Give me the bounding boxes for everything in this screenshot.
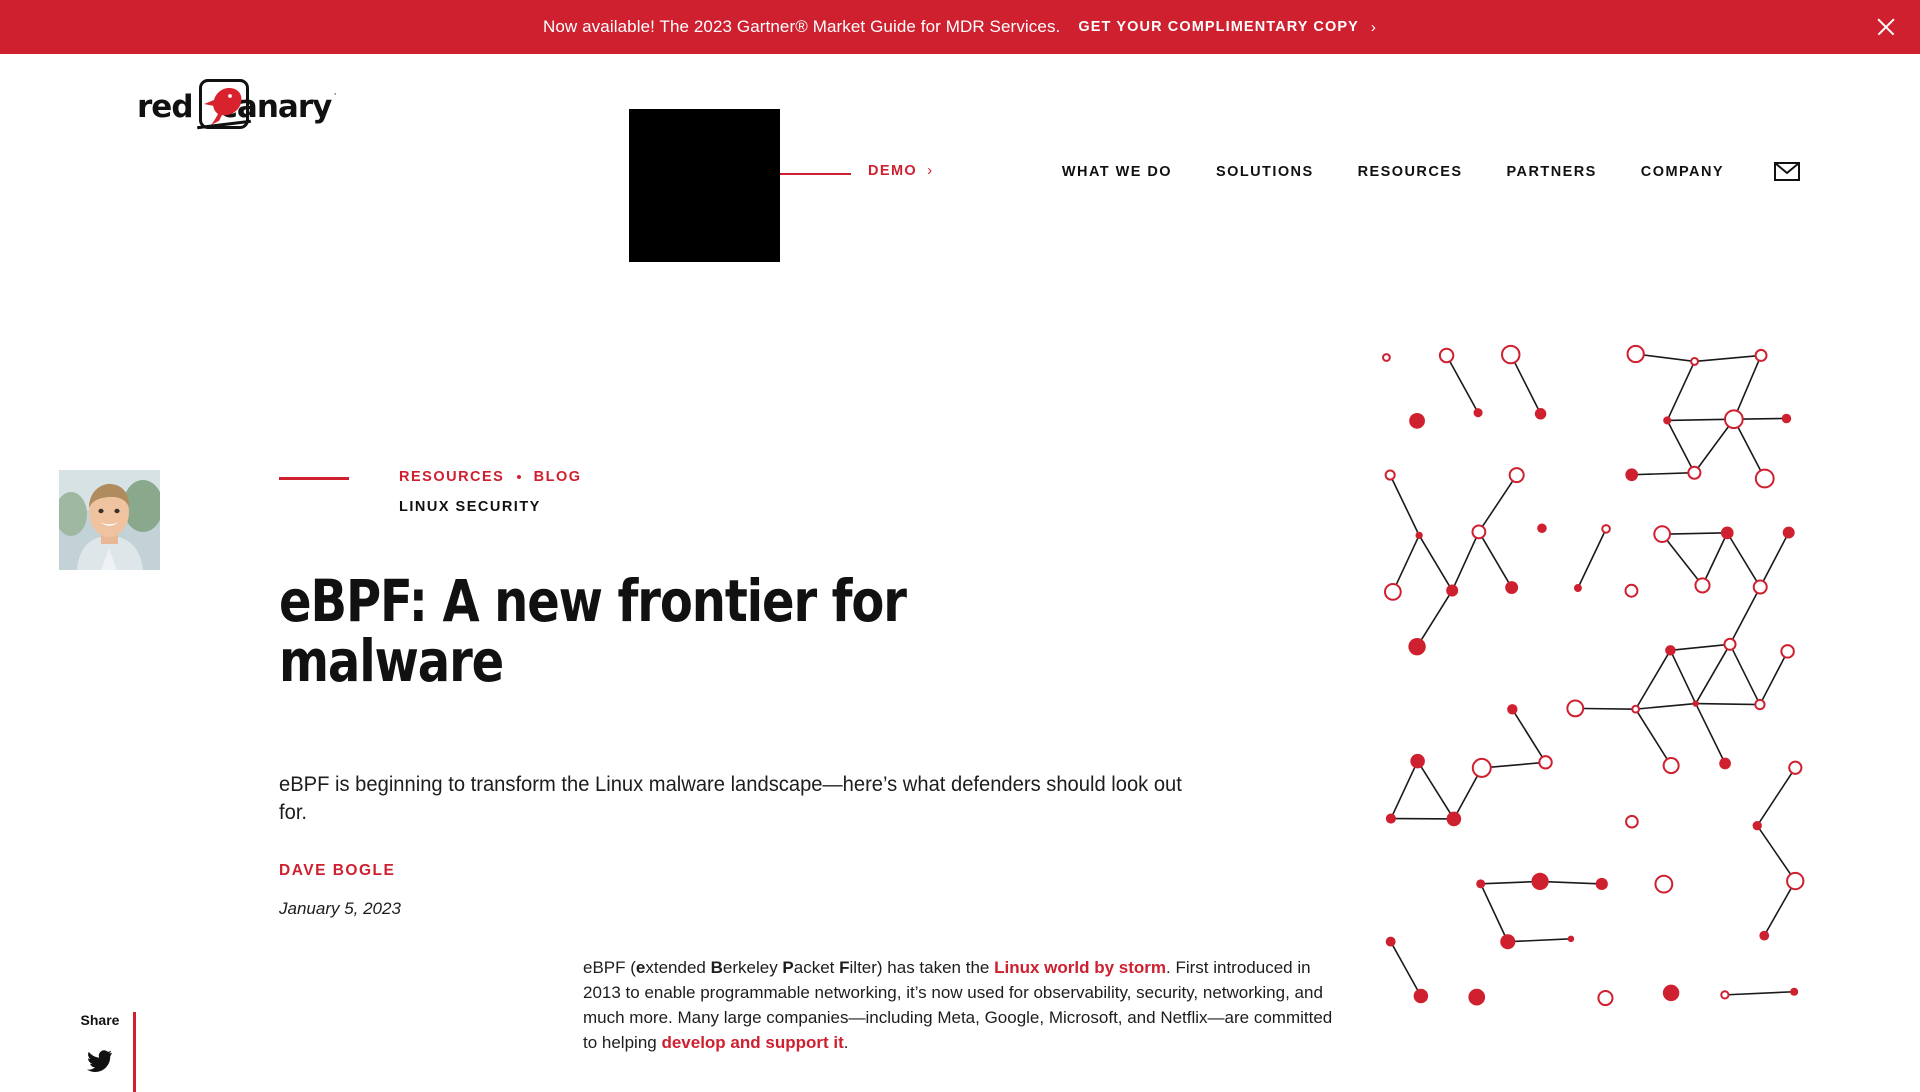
article-bold-letter: F xyxy=(839,958,849,977)
demo-label: DEMO xyxy=(868,163,917,179)
announcement-banner: Now available! The 2023 Gartner® Market … xyxy=(0,0,1920,54)
network-lattice-graphic xyxy=(1370,344,1850,1054)
page-title: eBPF: A new frontier for malware xyxy=(279,571,951,692)
close-icon[interactable] xyxy=(1874,15,1898,39)
article-text-run: eBPF ( xyxy=(583,958,636,977)
article-text-run: xtended xyxy=(645,958,710,977)
announcement-text: Now available! The 2023 Gartner® Market … xyxy=(543,17,1060,37)
article-bold-letter: P xyxy=(782,958,793,977)
breadcrumb-item-resources[interactable]: RESOURCES xyxy=(399,469,504,485)
red-canary-logo[interactable]: red canary · xyxy=(137,78,337,136)
post-author[interactable]: DAVE BOGLE xyxy=(279,862,395,880)
author-headshot xyxy=(59,470,160,570)
twitter-x-icon[interactable] xyxy=(87,1050,113,1079)
article-body: eBPF (extended Berkeley Packet Filter) h… xyxy=(583,955,1335,1056)
article-inline-link[interactable]: Linux world by storm xyxy=(994,958,1166,977)
article-text-run: . xyxy=(844,1033,849,1052)
article-text-run: acket xyxy=(794,958,839,977)
breadcrumb: RESOURCES • BLOG xyxy=(399,469,582,485)
post-date: January 5, 2023 xyxy=(279,899,401,919)
article-inline-link[interactable]: develop and support it xyxy=(661,1033,843,1052)
breadcrumb-separator: • xyxy=(516,470,521,485)
article-bold-letter: B xyxy=(711,958,723,977)
article-text-run: erkeley xyxy=(723,958,783,977)
announcement-cta-link[interactable]: GET YOUR COMPLIMENTARY COPY › xyxy=(1078,19,1377,35)
article-paragraph: eBPF (extended Berkeley Packet Filter) h… xyxy=(583,955,1335,1056)
chevron-right-icon: › xyxy=(1371,20,1377,35)
post-summary: eBPF is beginning to transform the Linux… xyxy=(279,771,1201,827)
hero-section: RESOURCES • BLOG LINUX SECURITY eBPF: A … xyxy=(0,159,1920,979)
article-text-run: ilter) has taken the xyxy=(850,958,995,977)
share-rail: Share xyxy=(60,1012,140,1079)
site-header: red canary · DEMO › WHAT WE DO SOLUTIONS… xyxy=(0,54,1920,159)
chevron-right-icon: › xyxy=(927,162,933,179)
share-rail-accent-bar xyxy=(133,1012,136,1092)
announcement-cta-label: GET YOUR COMPLIMENTARY COPY xyxy=(1078,19,1359,35)
article-bold-letter: e xyxy=(636,958,645,977)
header-black-overlay-block xyxy=(629,109,780,262)
post-category[interactable]: LINUX SECURITY xyxy=(399,499,541,515)
share-label: Share xyxy=(81,1012,120,1028)
logo-registered-mark: · xyxy=(333,88,337,100)
breadcrumb-rule xyxy=(279,477,349,480)
canary-bird-icon xyxy=(195,79,218,135)
breadcrumb-item-blog[interactable]: BLOG xyxy=(534,469,582,485)
demo-link[interactable]: DEMO › xyxy=(868,162,934,179)
logo-word-red: red xyxy=(137,92,193,123)
